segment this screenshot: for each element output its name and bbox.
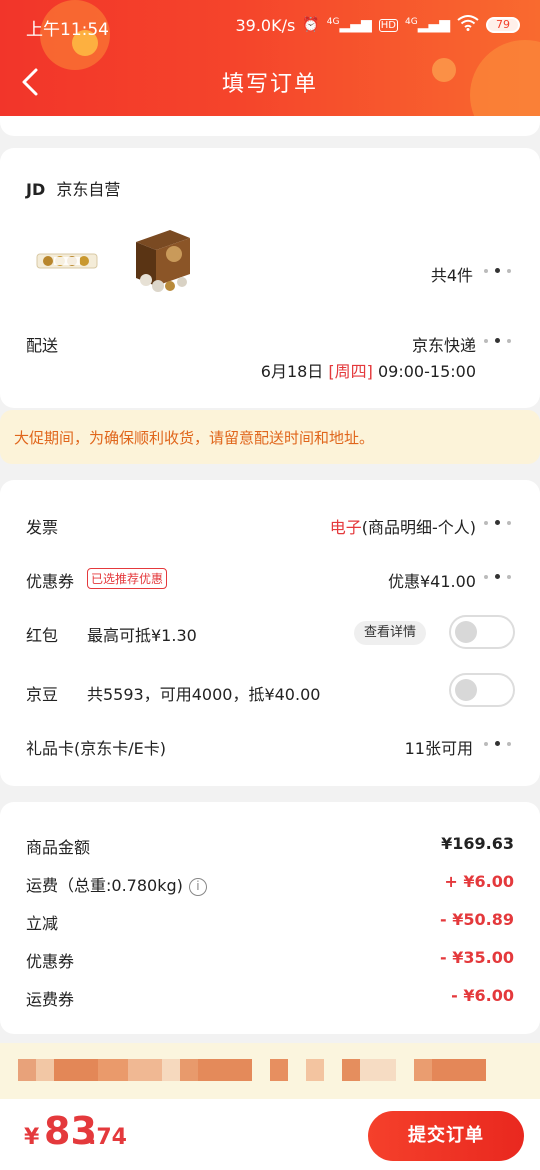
shipping-label: 运费（总重:0.780kg) i (26, 872, 207, 896)
redaction-block (342, 1059, 360, 1081)
redaction-block (54, 1059, 98, 1081)
more-icon[interactable] (484, 518, 514, 528)
coupon-deduction-value: - ¥35.00 (440, 948, 514, 967)
invoice-type: 电子 (329, 518, 362, 537)
notice-text: 大促期间，为确保顺利收货，请留意配送时间和地址。 (14, 429, 375, 447)
more-icon[interactable] (484, 336, 514, 346)
wifi-icon (457, 15, 479, 35)
delivery-label: 配送 (26, 336, 59, 355)
toggle-knob (455, 621, 477, 643)
discount-value: - ¥50.89 (440, 910, 514, 929)
redaction-block (198, 1059, 252, 1081)
network-speed: 39.0K/s (235, 15, 296, 35)
shop-name-label: 京东自营 (56, 180, 121, 199)
header-bar: 上午11:54 39.0K/s ⏰ 4G▂▄▆ HD 4G▂▄▆ 79 填写订单 (0, 0, 540, 116)
delivery-date: 6月18日 (260, 362, 324, 381)
redaction-block (98, 1059, 128, 1081)
address-card-edge (0, 116, 540, 136)
checkout-bar: ¥ 83 .74 提交订单 (0, 1099, 540, 1170)
invoice-value[interactable]: 电子(商品明细-个人) (330, 514, 476, 538)
status-time: 上午11:54 (26, 20, 109, 40)
delivery-time[interactable]: 6月18日 [周四] 09:00-15:00 (261, 358, 476, 382)
delivery-time-range: 09:00-15:00 (378, 362, 476, 381)
redaction-block (18, 1059, 36, 1081)
invoice-detail: (商品明细-个人) (361, 518, 476, 537)
more-icon[interactable] (484, 572, 514, 582)
jd-beans-label: 京豆 (26, 685, 59, 704)
redaction-block (180, 1059, 198, 1081)
gift-card-value[interactable]: 11张可用 (405, 735, 473, 759)
currency-symbol: ¥ (24, 1125, 40, 1150)
discount-label: 立减 (26, 914, 59, 933)
total-price-decimal: .74 (88, 1125, 127, 1150)
redacted-address-strip (0, 1043, 540, 1099)
goods-amount-value: ¥169.63 (441, 834, 514, 853)
more-icon[interactable] (484, 266, 514, 276)
redaction-block (306, 1059, 324, 1081)
promo-notice: 大促期间，为确保顺利收货，请留意配送时间和地址。 (0, 410, 540, 464)
delivery-carrier[interactable]: 京东快递 (412, 332, 476, 356)
submit-order-button[interactable]: 提交订单 (368, 1111, 524, 1161)
red-packet-label: 红包 (26, 626, 59, 645)
toggle-knob (455, 679, 477, 701)
signal-icon: 4G▂▄▆ (326, 17, 372, 33)
product-image (136, 230, 190, 292)
redaction-block (414, 1059, 432, 1081)
more-icon[interactable] (484, 739, 514, 749)
delivery-weekday: [周四] (328, 362, 373, 381)
coupon-deduction-label: 优惠券 (26, 952, 75, 971)
signal-label: 4G (404, 17, 418, 27)
status-bar: 上午11:54 39.0K/s ⏰ 4G▂▄▆ HD 4G▂▄▆ 79 (0, 0, 540, 52)
shop-card: JD 京东自营 共4件 配送 京东快递 6月18日 [周四] 09:00-15:… (0, 148, 540, 408)
battery-icon: 79 (486, 17, 520, 33)
redaction-block (432, 1059, 486, 1081)
gift-card-label: 礼品卡(京东卡/E卡) (26, 739, 166, 758)
nav-bar: 填写订单 (0, 58, 540, 106)
signal-label: 4G (326, 17, 340, 27)
options-card: 发票 电子(商品明细-个人) 优惠券 已选推荐优惠 优惠¥41.00 红包 最高… (0, 480, 540, 786)
goods-amount-label: 商品金额 (26, 838, 91, 857)
price-summary-card: 商品金额 ¥169.63 运费（总重:0.780kg) i + ¥6.00 立减 … (0, 802, 540, 1034)
coupon-tag: 已选推荐优惠 (87, 568, 168, 589)
product-thumbnail[interactable] (130, 224, 196, 294)
signal-icon: 4G▂▄▆ (404, 17, 450, 33)
coupon-value[interactable]: 优惠¥41.00 (388, 568, 476, 592)
redaction-block (128, 1059, 162, 1081)
product-image (36, 253, 98, 269)
page-title: 填写订单 (221, 72, 318, 97)
hd-icon: HD (378, 18, 398, 32)
red-packet-toggle[interactable] (449, 615, 515, 649)
shipping-coupon-value: - ¥6.00 (451, 986, 514, 1005)
redaction-block (360, 1059, 396, 1081)
redaction-block (36, 1059, 54, 1081)
product-thumbnail[interactable] (36, 248, 98, 274)
red-packet-detail-button[interactable]: 查看详情 (354, 621, 426, 645)
redaction-block (162, 1059, 180, 1081)
shipping-value: + ¥6.00 (444, 872, 514, 891)
redaction-block (270, 1059, 288, 1081)
red-packet-desc: 最高可抵¥1.30 (87, 626, 197, 645)
jd-logo: JD (26, 180, 46, 199)
invoice-label: 发票 (26, 518, 59, 537)
shipping-label-text: 运费（总重:0.780kg) (26, 876, 183, 895)
info-icon[interactable]: i (188, 877, 207, 896)
alarm-icon: ⏰ (302, 17, 320, 33)
jd-beans-desc: 共5593，可用4000，抵¥40.00 (87, 685, 321, 704)
coupon-label: 优惠券 (26, 572, 75, 591)
item-count[interactable]: 共4件 (431, 262, 473, 286)
jd-beans-toggle[interactable] (449, 673, 515, 707)
shipping-coupon-label: 运费券 (26, 990, 75, 1009)
shop-name: JD 京东自营 (26, 176, 120, 200)
